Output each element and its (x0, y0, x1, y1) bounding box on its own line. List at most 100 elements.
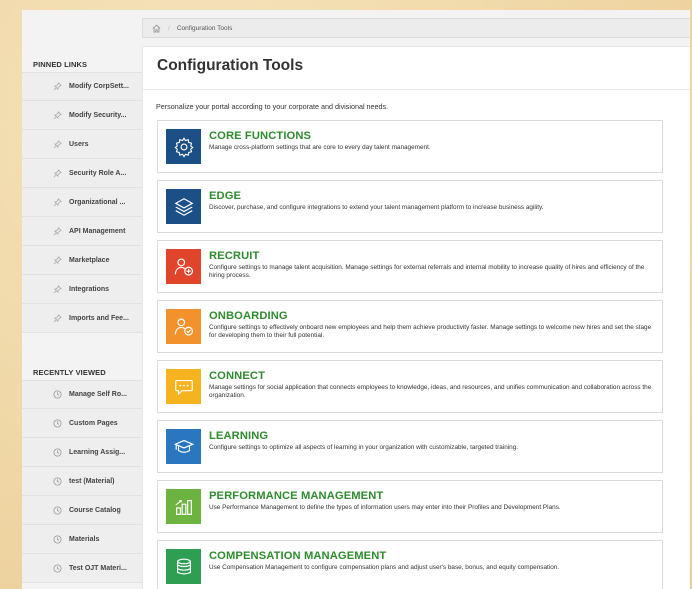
clock-icon (52, 390, 62, 400)
pin-icon (52, 139, 62, 149)
pinned-link-item[interactable]: API Management (22, 217, 142, 246)
pinned-link-item-label: Modify Security... (69, 111, 127, 119)
pinned-link-item-label: Organizational ... (69, 198, 126, 206)
tool-card-description: Manage cross-platform settings that are … (209, 144, 431, 151)
intro-text: Personalize your portal according to you… (156, 102, 389, 111)
chat-icon (166, 369, 201, 404)
add-person-icon (166, 249, 201, 284)
pinned-link-item-label: Integrations (69, 285, 110, 293)
pin-icon (52, 82, 62, 92)
pinned-link-item[interactable]: Modify CorpSett... (22, 72, 142, 101)
recently-viewed-list: Manage Self Ro... Custom Pages Learning As… (22, 380, 142, 583)
pinned-link-item-label: Security Role A... (69, 169, 127, 177)
tool-card-body: EDGE Discover, purchase, and configure in… (209, 181, 552, 212)
title-divider (143, 89, 690, 90)
clock-icon (52, 534, 62, 544)
tool-card-description: Use Compensation Management to configure… (209, 564, 560, 571)
tool-card-title[interactable]: RECRUIT (209, 250, 654, 263)
clock-icon (52, 476, 62, 486)
clock-icon (52, 505, 62, 515)
tool-card-body: COMPENSATION MANAGEMENT Use Compensation … (209, 541, 567, 572)
pinned-links-heading: PINNED LINKS (33, 60, 88, 69)
clock-icon (52, 563, 62, 573)
tool-card-body: LEARNING Configure settings to optimize a… (209, 421, 526, 452)
recently-viewed-item-label: Manage Self Ro... (69, 391, 127, 398)
tool-card-description: Configure settings to manage talent acqu… (209, 264, 645, 279)
tool-card-body: CONNECT Manage settings for social applic… (209, 361, 662, 400)
tool-card-title[interactable]: EDGE (209, 190, 544, 203)
pinned-link-item-label: Marketplace (69, 256, 110, 264)
breadcrumb-separator: / (168, 24, 170, 32)
tool-card-description: Configure settings to effectively onboar… (209, 324, 652, 339)
recently-viewed-item[interactable]: Learning Assig... (22, 438, 142, 467)
clock-icon (52, 447, 62, 457)
recently-viewed-item-label: Learning Assig... (69, 448, 126, 456)
tool-card-title[interactable]: PERFORMANCE MANAGEMENT (209, 490, 561, 503)
tool-card-description: Discover, purchase, and configure integr… (209, 204, 544, 211)
tool-card-body: RECRUIT Configure settings to manage tale… (209, 241, 662, 280)
pinned-link-item[interactable]: Modify Security... (22, 101, 142, 130)
pinned-links-list: Modify CorpSett... Modify Security... User… (22, 72, 142, 333)
pin-icon (52, 197, 62, 207)
tool-card-description: Use Performance Management to define the… (209, 504, 561, 511)
tool-card-description: Configure settings to optimize all aspec… (209, 444, 519, 451)
pin-icon (52, 284, 62, 294)
bar-chart-icon (166, 489, 201, 524)
coins-icon (166, 549, 201, 584)
tool-card-recruit[interactable]: RECRUIT Configure settings to manage tale… (157, 240, 663, 293)
breadcrumb: / Configuration Tools (142, 18, 690, 38)
tool-card-title[interactable]: COMPENSATION MANAGEMENT (209, 550, 559, 563)
tool-card-core-functions[interactable]: CORE FUNCTIONS Manage cross-platform sett… (157, 120, 663, 173)
tool-card-edge[interactable]: EDGE Discover, purchase, and configure in… (157, 180, 663, 233)
clock-icon (52, 418, 62, 428)
gear-icon (166, 129, 201, 164)
recently-viewed-item[interactable]: Manage Self Ro... (22, 380, 142, 409)
pinned-link-item[interactable]: Marketplace (22, 246, 142, 275)
tool-card-title[interactable]: CORE FUNCTIONS (209, 130, 431, 143)
pinned-link-item-label: Modify CorpSett... (69, 83, 129, 90)
tool-card-title[interactable]: ONBOARDING (209, 310, 654, 323)
layers-icon (166, 189, 201, 224)
tool-card-onboarding[interactable]: ONBOARDING Configure settings to effectiv… (157, 300, 663, 353)
person-check-icon (166, 309, 201, 344)
pinned-link-item[interactable]: Integrations (22, 275, 142, 304)
tool-card-learning[interactable]: LEARNING Configure settings to optimize a… (157, 420, 663, 473)
recently-viewed-item-label: test (Material) (69, 477, 115, 485)
recently-viewed-item[interactable]: Custom Pages (22, 409, 142, 438)
tool-card-connect[interactable]: CONNECT Manage settings for social applic… (157, 360, 663, 413)
pin-icon (52, 110, 62, 120)
recently-viewed-item-label: Materials (69, 535, 100, 543)
recently-viewed-item[interactable]: Materials (22, 525, 142, 554)
recently-viewed-heading: RECENTLY VIEWED (33, 368, 106, 377)
tool-card-performance-management[interactable]: PERFORMANCE MANAGEMENT Use Performance Ma… (157, 480, 663, 533)
recently-viewed-item-label: Course Catalog (69, 506, 121, 514)
pinned-link-item[interactable]: Users (22, 130, 142, 159)
home-icon[interactable] (151, 23, 161, 33)
app-frame: / Configuration Tools PINNED LINKS Modif… (22, 10, 690, 589)
tool-card-title[interactable]: LEARNING (209, 430, 518, 443)
tool-card-title[interactable]: CONNECT (209, 370, 654, 383)
pin-icon (52, 168, 62, 178)
page-title: Configuration Tools (157, 57, 304, 74)
pin-icon (52, 226, 62, 236)
graduation-cap-icon (166, 429, 201, 464)
tool-card-body: PERFORMANCE MANAGEMENT Use Performance Ma… (209, 481, 569, 512)
pinned-link-item[interactable]: Organizational ... (22, 188, 142, 217)
recently-viewed-item-label: Test OJT Materi... (69, 564, 127, 572)
main-panel: Configuration Tools Personalize your por… (142, 46, 690, 589)
pinned-link-item-label: Users (69, 140, 89, 148)
sidebar: PINNED LINKS Modify CorpSett... Modify Se… (22, 58, 142, 589)
tool-card-body: ONBOARDING Configure settings to effectiv… (209, 301, 662, 340)
pinned-link-item-label: Imports and Fee... (69, 314, 129, 322)
recently-viewed-item[interactable]: test (Material) (22, 467, 142, 496)
pinned-link-item[interactable]: Imports and Fee... (22, 304, 142, 333)
pinned-link-item[interactable]: Security Role A... (22, 159, 142, 188)
pinned-link-item-label: API Management (69, 227, 126, 235)
tool-card-compensation-management[interactable]: COMPENSATION MANAGEMENT Use Compensation … (157, 540, 663, 589)
breadcrumb-current: Configuration Tools (176, 24, 233, 32)
recently-viewed-item[interactable]: Test OJT Materi... (22, 554, 142, 583)
recently-viewed-item[interactable]: Course Catalog (22, 496, 142, 525)
tool-card-body: CORE FUNCTIONS Manage cross-platform sett… (209, 121, 439, 152)
pin-icon (52, 255, 62, 265)
